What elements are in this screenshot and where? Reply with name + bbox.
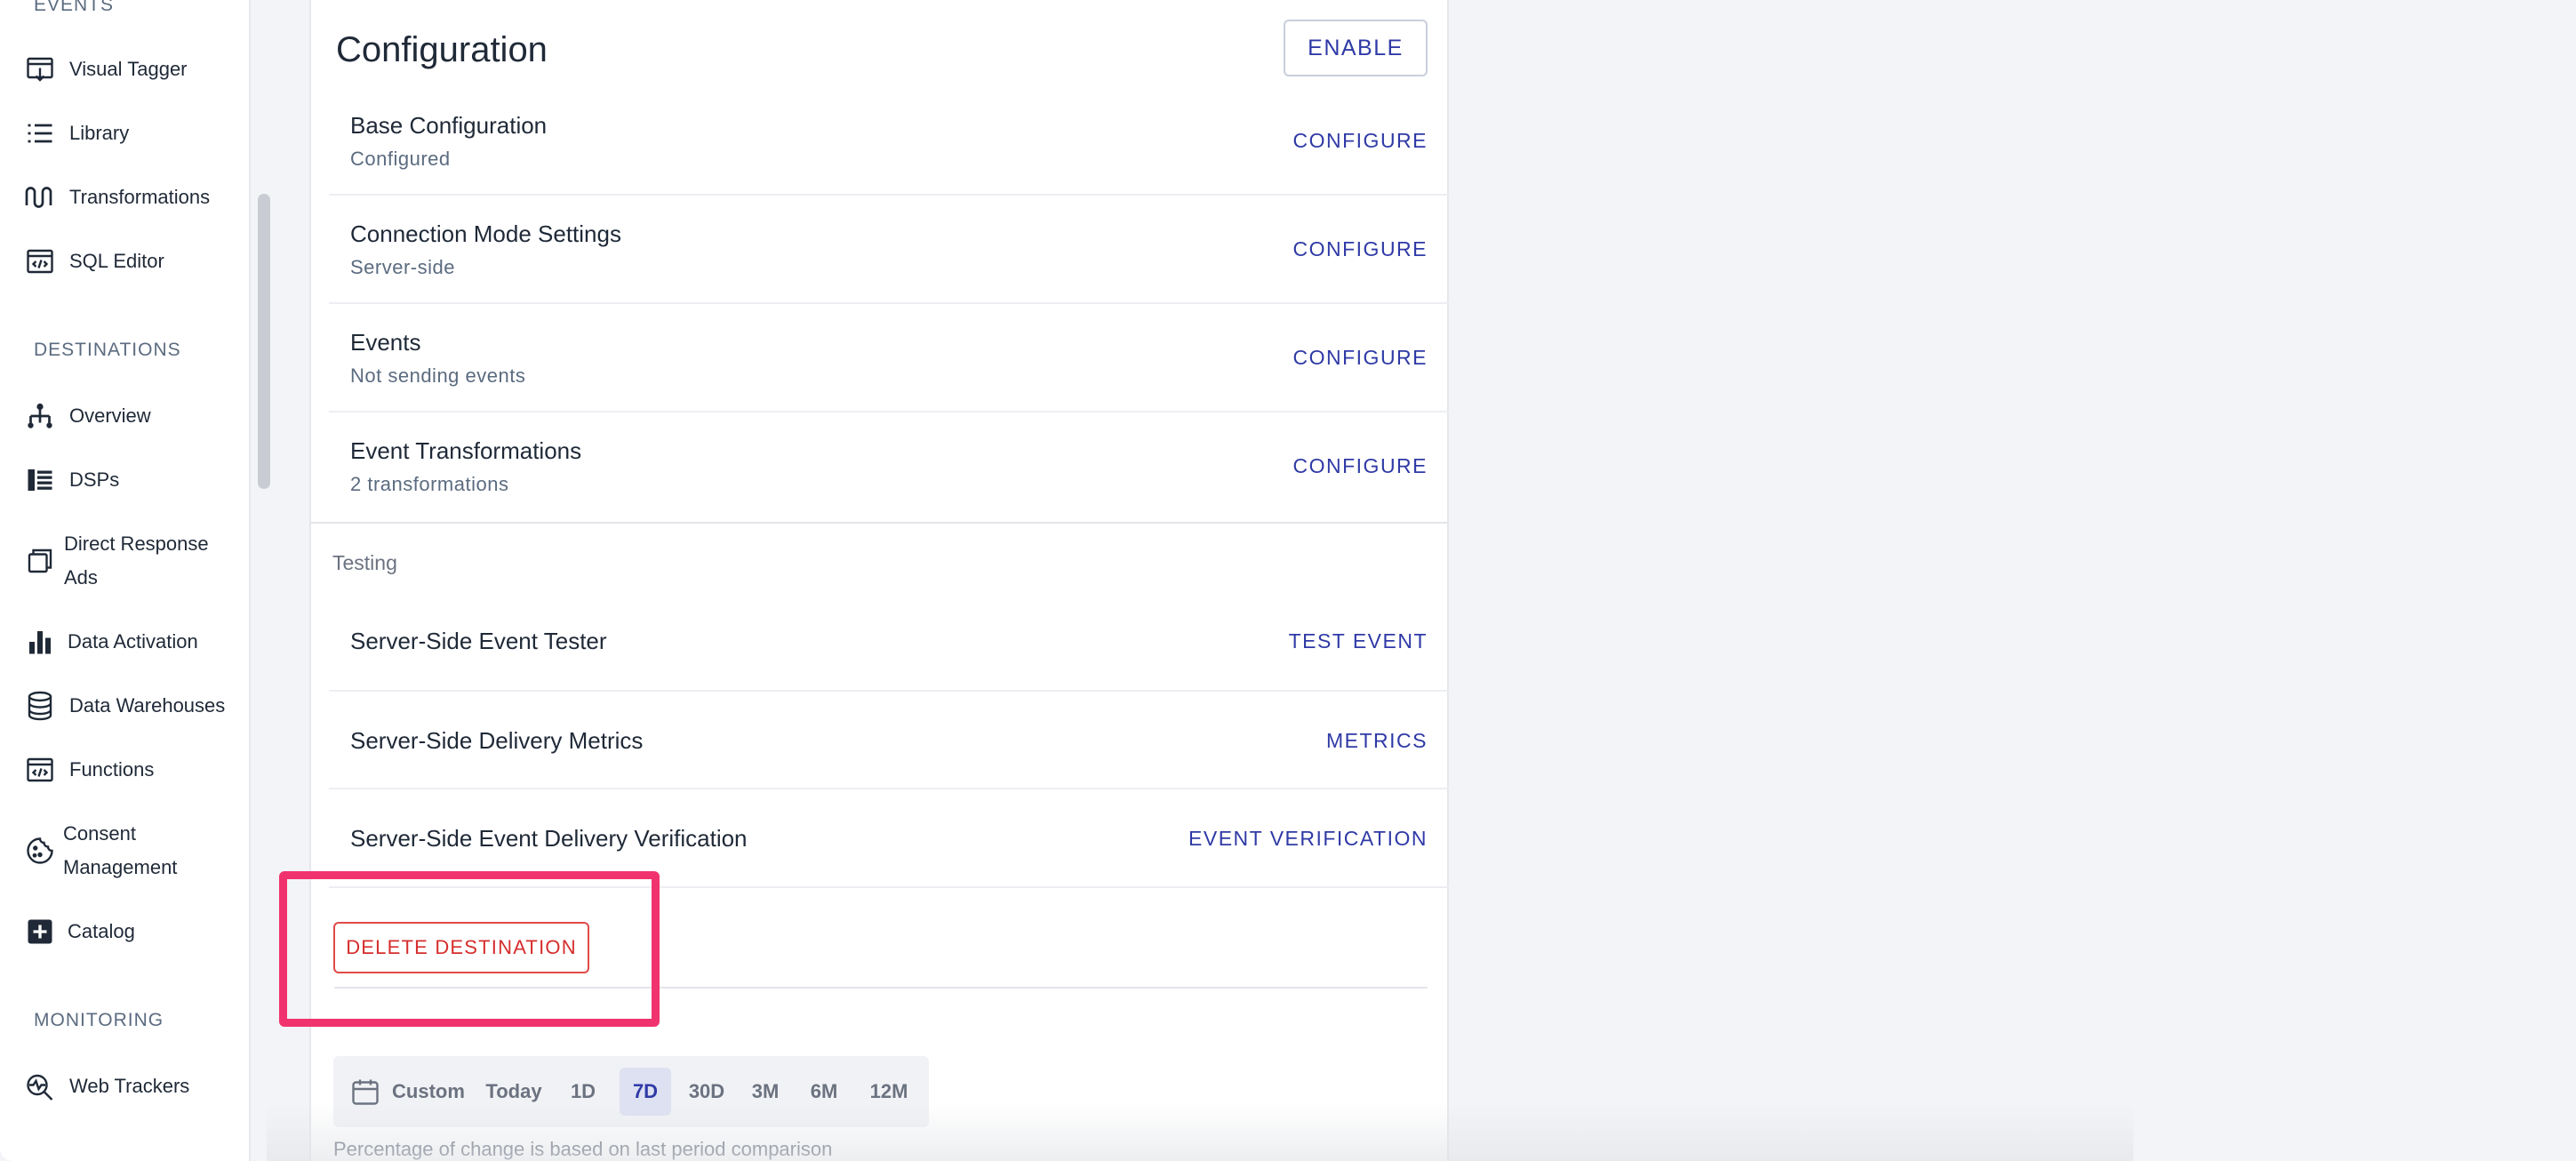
row-title: Server-Side Delivery Metrics bbox=[350, 727, 644, 754]
destinations-heading: DESTINATIONS bbox=[34, 340, 181, 360]
functions-code-icon bbox=[23, 753, 57, 787]
testing-row-delivery-verification[interactable]: Server-Side Event Delivery Verification … bbox=[329, 789, 1449, 888]
database-icon bbox=[23, 689, 57, 723]
sidebar-item-label: Functions bbox=[69, 758, 155, 781]
sidebar-item-library[interactable]: Library bbox=[0, 116, 240, 150]
row-title: Events bbox=[350, 329, 421, 356]
sidebar-item-label: Web Trackers bbox=[69, 1075, 190, 1097]
plus-square-icon bbox=[23, 915, 57, 949]
row-status: 2 transformations bbox=[350, 473, 509, 495]
range-option-custom[interactable]: Custom bbox=[388, 1068, 468, 1116]
sidebar-item-data-activation[interactable]: Data Activation bbox=[0, 625, 240, 659]
range-option-6m[interactable]: 6M bbox=[798, 1068, 850, 1116]
sidebar-item-functions[interactable]: Functions bbox=[0, 753, 240, 787]
sidebar-item-catalog[interactable]: Catalog bbox=[0, 915, 240, 949]
range-option-today[interactable]: Today bbox=[478, 1068, 549, 1116]
sidebar-item-web-trackers[interactable]: Web Trackers bbox=[0, 1069, 240, 1103]
range-option-30d[interactable]: 30D bbox=[680, 1068, 733, 1116]
sidebar-item-label: DSPs bbox=[69, 468, 120, 491]
configuration-title: Configuration bbox=[336, 30, 548, 69]
sidebar-scrollbar[interactable] bbox=[258, 194, 270, 489]
transformations-wave-icon bbox=[23, 180, 57, 214]
direct-response-ads-icon bbox=[23, 544, 57, 578]
sidebar-item-label: Direct Response Ads bbox=[64, 532, 209, 589]
enable-button[interactable]: ENABLE bbox=[1284, 20, 1428, 76]
library-list-icon bbox=[23, 116, 57, 150]
test-event-button[interactable]: TEST EVENT bbox=[1289, 629, 1428, 653]
sidebar-item-overview[interactable]: Overview bbox=[0, 399, 240, 433]
row-title: Base Configuration bbox=[350, 112, 548, 139]
visual-tagger-icon bbox=[23, 52, 57, 86]
range-option-7d[interactable]: 7D bbox=[620, 1068, 671, 1116]
sidebar-item-data-warehouses[interactable]: Data Warehouses bbox=[0, 689, 240, 723]
overview-tree-icon bbox=[23, 399, 57, 433]
testing-row-event-tester[interactable]: Server-Side Event Tester TEST EVENT bbox=[329, 592, 1449, 692]
bar-chart-icon bbox=[23, 625, 57, 659]
events-heading: EVENTS bbox=[34, 0, 115, 15]
sidebar-item-consent-management[interactable]: Consent Management bbox=[0, 817, 240, 885]
sidebar-item-sql-editor[interactable]: SQL Editor bbox=[0, 244, 240, 278]
sidebar-item-label: Data Activation bbox=[68, 630, 198, 653]
calendar-icon[interactable] bbox=[349, 1076, 381, 1108]
row-title: Server-Side Event Tester bbox=[350, 628, 607, 654]
sidebar-item-label: Consent Management bbox=[63, 822, 178, 878]
config-row-base-configuration[interactable]: Base Configuration Configured CONFIGURE bbox=[329, 87, 1449, 196]
sidebar-item-label: Catalog bbox=[68, 920, 135, 942]
row-status: Configured bbox=[350, 148, 451, 170]
sidebar-item-label: Transformations bbox=[69, 186, 211, 208]
configure-button[interactable]: CONFIGURE bbox=[1293, 237, 1428, 261]
row-status: Server-side bbox=[350, 256, 455, 278]
dsps-icon bbox=[23, 463, 57, 497]
cookie-icon bbox=[23, 834, 57, 868]
sidebar-item-label: Visual Tagger bbox=[69, 58, 188, 80]
delete-divider bbox=[334, 987, 1428, 989]
config-row-connection-mode[interactable]: Connection Mode Settings Server-side CON… bbox=[329, 196, 1449, 304]
date-range-selector: Custom Today 1D 7D 30D 3M 6M 12M bbox=[333, 1056, 929, 1127]
range-option-12m[interactable]: 12M bbox=[858, 1068, 920, 1116]
delete-destination-button[interactable]: DELETE DESTINATION bbox=[333, 922, 589, 973]
sidebar-item-label: Overview bbox=[69, 404, 151, 427]
config-row-events[interactable]: Events Not sending events CONFIGURE bbox=[329, 304, 1449, 412]
testing-row-delivery-metrics[interactable]: Server-Side Delivery Metrics METRICS bbox=[329, 692, 1449, 789]
row-title: Server-Side Event Delivery Verification bbox=[350, 825, 748, 852]
web-trackers-icon bbox=[23, 1069, 57, 1103]
event-verification-button[interactable]: EVENT VERIFICATION bbox=[1188, 827, 1428, 851]
sidebar-item-visual-tagger[interactable]: Visual Tagger bbox=[0, 52, 240, 86]
config-row-event-transformations[interactable]: Event Transformations 2 transformations … bbox=[329, 412, 1449, 521]
monitoring-heading: MONITORING bbox=[34, 1010, 164, 1030]
sidebar: EVENTS Visual Tagger Library Transformat… bbox=[0, 0, 251, 1161]
sidebar-item-direct-response-ads[interactable]: Direct Response Ads bbox=[0, 527, 240, 595]
sql-editor-icon bbox=[23, 244, 57, 278]
section-divider bbox=[311, 522, 1449, 524]
sidebar-item-dsps[interactable]: DSPs bbox=[0, 463, 240, 497]
row-title: Event Transformations bbox=[350, 437, 582, 464]
configure-button[interactable]: CONFIGURE bbox=[1293, 454, 1428, 478]
row-status: Not sending events bbox=[350, 364, 526, 387]
sidebar-item-transformations[interactable]: Transformations bbox=[0, 180, 240, 214]
range-option-3m[interactable]: 3M bbox=[740, 1068, 790, 1116]
sidebar-item-label: Data Warehouses bbox=[69, 694, 226, 717]
sidebar-item-label: Library bbox=[69, 122, 130, 144]
sidebar-item-label: SQL Editor bbox=[69, 250, 164, 272]
configure-button[interactable]: CONFIGURE bbox=[1293, 129, 1428, 153]
configure-button[interactable]: CONFIGURE bbox=[1293, 346, 1428, 370]
metrics-button[interactable]: METRICS bbox=[1326, 729, 1428, 753]
testing-heading: Testing bbox=[332, 551, 397, 574]
comparison-footnote: Percentage of change is based on last pe… bbox=[333, 1138, 833, 1160]
range-option-1d[interactable]: 1D bbox=[559, 1068, 607, 1116]
row-title: Connection Mode Settings bbox=[350, 220, 621, 247]
